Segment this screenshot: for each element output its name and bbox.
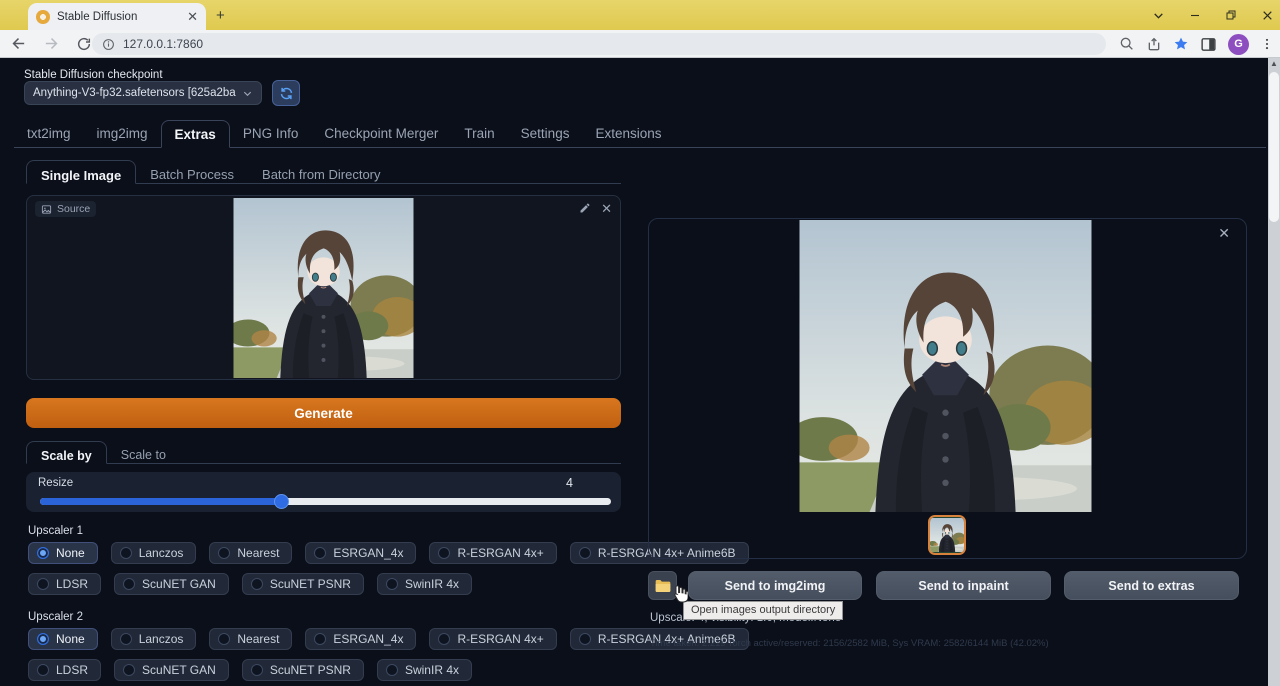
result-thumbnail[interactable] (928, 515, 966, 555)
tab-txt2img[interactable]: txt2img (14, 120, 84, 147)
radio-esrgan-4x[interactable]: ESRGAN_4x (305, 542, 416, 564)
result-image[interactable] (799, 220, 1092, 512)
refresh-checkpoints-button[interactable] (272, 80, 300, 106)
extras-result-panel: ✕ Send to img2img Send to inpaint Send t… (648, 154, 1247, 686)
resize-control: Resize 4 (26, 472, 621, 512)
new-tab-button[interactable]: + (216, 7, 225, 24)
tab-close-icon[interactable]: ✕ (187, 10, 198, 23)
radio2-esrgan-4x[interactable]: ESRGAN_4x (305, 628, 416, 650)
radio-r-esrgan-4x[interactable]: R-ESRGAN 4x+ (429, 542, 556, 564)
upscaler2-row2: LDSR ScuNET GAN ScuNET PSNR SwinIR 4x (28, 659, 472, 681)
tab-title: Stable Diffusion (57, 11, 180, 23)
folder-tooltip: Open images output directory (683, 601, 843, 620)
resize-slider[interactable] (38, 494, 613, 508)
chevron-down-icon (242, 88, 253, 99)
slider-handle[interactable] (274, 494, 289, 509)
scale-tab-bar: Scale by Scale to (26, 441, 621, 464)
zoom-icon[interactable] (1119, 36, 1135, 52)
tab-train[interactable]: Train (451, 120, 507, 147)
send-to-extras-button[interactable]: Send to extras (1064, 571, 1239, 600)
image-icon (41, 204, 52, 215)
generate-button[interactable]: Generate (26, 398, 621, 428)
clear-image-icon[interactable]: ✕ (601, 202, 612, 215)
send-to-inpaint-button[interactable]: Send to inpaint (876, 571, 1051, 600)
tab-img2img[interactable]: img2img (84, 120, 161, 147)
site-info-icon[interactable] (102, 38, 115, 51)
tab-png-info[interactable]: PNG Info (230, 120, 312, 147)
extras-left-panel: Single Image Batch Process Batch from Di… (14, 154, 634, 686)
profile-avatar[interactable]: G (1228, 34, 1249, 55)
upscaler2-row1: None Lanczos Nearest ESRGAN_4x R-ESRGAN … (28, 628, 749, 650)
tab-scale-to[interactable]: Scale to (107, 441, 180, 463)
menu-dots-icon[interactable] (1260, 37, 1274, 51)
hand-cursor-icon (670, 584, 688, 604)
radio-scunet-gan[interactable]: ScuNET GAN (114, 573, 229, 595)
gradio-page: Stable Diffusion checkpoint Anything-V3-… (0, 58, 1280, 686)
bookmark-star-icon[interactable] (1173, 36, 1189, 52)
browser-toolbar: 127.0.0.1:7860 G (0, 30, 1280, 58)
back-button[interactable] (10, 35, 27, 52)
reload-button[interactable] (76, 36, 92, 52)
main-tab-bar: txt2img img2img Extras PNG Info Checkpoi… (14, 120, 1266, 148)
radio2-scunet-psnr[interactable]: ScuNET PSNR (242, 659, 364, 681)
footer-stats: Time taken: 2.21s Torch active/reserved:… (650, 638, 1049, 649)
checkpoint-value: Anything-V3-fp32.safetensors [625a2ba2] (33, 87, 236, 99)
folder-icon (655, 579, 671, 593)
upscaler2-label: Upscaler 2 (28, 611, 83, 623)
upscaler1-label: Upscaler 1 (28, 525, 83, 537)
tab-extras[interactable]: Extras (161, 120, 230, 148)
address-bar[interactable]: 127.0.0.1:7860 (92, 33, 1106, 55)
radio2-none[interactable]: None (28, 628, 98, 650)
radio-scunet-psnr[interactable]: ScuNET PSNR (242, 573, 364, 595)
restore-button[interactable] (1225, 9, 1237, 21)
edit-image-icon[interactable] (579, 202, 591, 215)
checkpoint-dropdown[interactable]: Anything-V3-fp32.safetensors [625a2ba2] (24, 81, 262, 105)
radio-none[interactable]: None (28, 542, 98, 564)
share-icon[interactable] (1146, 36, 1162, 52)
radio2-r-esrgan-4x[interactable]: R-ESRGAN 4x+ (429, 628, 556, 650)
source-image (233, 198, 414, 378)
radio2-swinir-4x[interactable]: SwinIR 4x (377, 659, 472, 681)
radio2-nearest[interactable]: Nearest (209, 628, 292, 650)
upscaler1-row2: LDSR ScuNET GAN ScuNET PSNR SwinIR 4x (28, 573, 472, 595)
upscaler1-row1: None Lanczos Nearest ESRGAN_4x R-ESRGAN … (28, 542, 749, 564)
gallery-close-icon[interactable]: ✕ (1218, 225, 1230, 242)
side-panel-icon[interactable] (1200, 36, 1217, 53)
tab-extensions[interactable]: Extensions (582, 120, 674, 147)
radio-dot-icon (37, 547, 49, 559)
browser-tab[interactable]: Stable Diffusion ✕ (28, 3, 206, 30)
tab-search-chevron-icon[interactable] (1152, 9, 1165, 22)
source-badge: Source (35, 201, 96, 217)
mode-tab-bar: Single Image Batch Process Batch from Di… (26, 160, 621, 184)
checkpoint-label: Stable Diffusion checkpoint (24, 69, 163, 81)
tab-settings[interactable]: Settings (508, 120, 583, 147)
radio-ldsr[interactable]: LDSR (28, 573, 101, 595)
scrollbar-up-arrow[interactable]: ▲ (1268, 58, 1280, 70)
page-scrollbar[interactable]: ▲ (1268, 58, 1280, 686)
minimize-button[interactable] (1189, 9, 1201, 21)
source-image-dropzone[interactable]: Source ✕ (26, 195, 621, 380)
tab-checkpoint-merger[interactable]: Checkpoint Merger (311, 120, 451, 147)
radio2-scunet-gan[interactable]: ScuNET GAN (114, 659, 229, 681)
radio2-ldsr[interactable]: LDSR (28, 659, 101, 681)
browser-titlebar: Stable Diffusion ✕ + (0, 0, 1280, 30)
favicon-icon (36, 10, 50, 24)
result-gallery: ✕ (648, 218, 1247, 559)
forward-button[interactable] (43, 35, 60, 52)
url-text: 127.0.0.1:7860 (123, 37, 203, 51)
resize-value[interactable]: 4 (566, 476, 573, 490)
tab-single-image[interactable]: Single Image (26, 160, 136, 184)
tab-batch-from-directory[interactable]: Batch from Directory (248, 160, 394, 183)
radio-lanczos[interactable]: Lanczos (111, 542, 197, 564)
radio2-lanczos[interactable]: Lanczos (111, 628, 197, 650)
send-to-img2img-button[interactable]: Send to img2img (688, 571, 862, 600)
radio-nearest[interactable]: Nearest (209, 542, 292, 564)
radio-swinir-4x[interactable]: SwinIR 4x (377, 573, 472, 595)
resize-label: Resize (38, 477, 73, 489)
scrollbar-thumb[interactable] (1269, 72, 1279, 222)
tab-scale-by[interactable]: Scale by (26, 441, 107, 464)
close-button[interactable] (1261, 9, 1274, 22)
tab-batch-process[interactable]: Batch Process (136, 160, 248, 183)
